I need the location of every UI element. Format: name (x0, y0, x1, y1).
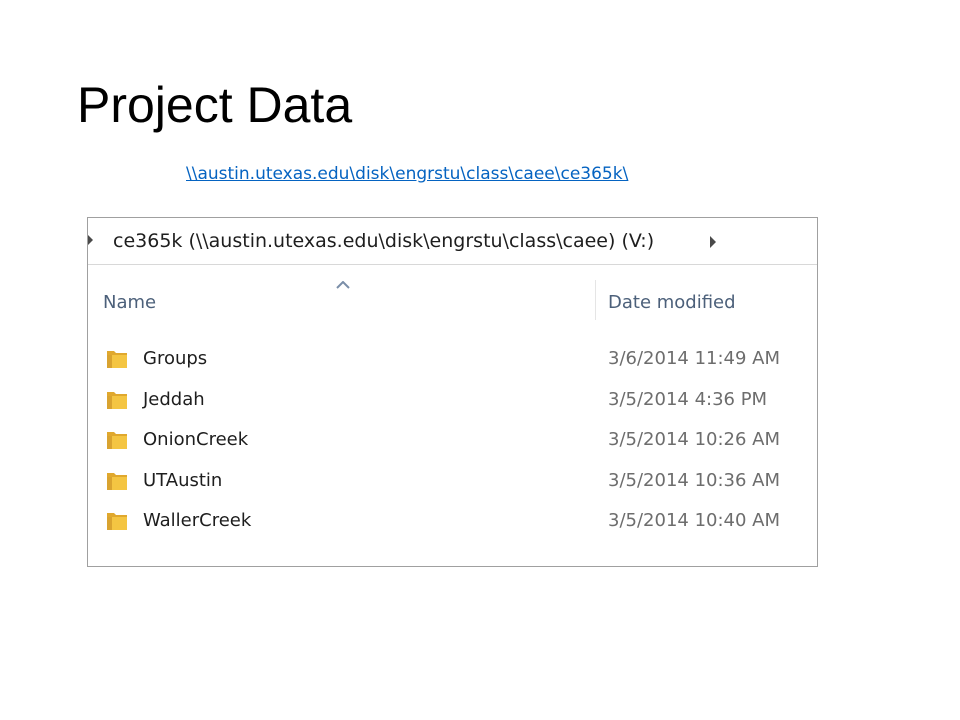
file-name: OnionCreek (143, 429, 249, 450)
file-explorer-window: ce365k (\\austin.utexas.edu\disk\engrstu… (87, 217, 818, 567)
file-date-modified: 3/5/2014 10:36 AM (608, 469, 781, 491)
file-row[interactable]: Jeddah 3/5/2014 4:36 PM (88, 380, 817, 421)
folder-icon (107, 351, 127, 368)
folder-icon (107, 391, 127, 409)
file-row[interactable]: OnionCreek 3/5/2014 10:26 AM (88, 420, 817, 461)
file-list: Groups 3/6/2014 11:49 AM Jeddah 3/5/2014… (88, 339, 817, 542)
file-name: Jeddah (143, 388, 205, 410)
file-date-modified: 3/5/2014 10:40 AM (608, 510, 781, 531)
slide-title: Project Data (77, 77, 353, 133)
file-name: Groups (143, 348, 208, 369)
breadcrumb-expand-chevron-icon[interactable] (710, 236, 716, 248)
network-path-link[interactable]: \\austin.utexas.edu\disk\engrstu\class\c… (186, 163, 628, 185)
file-row[interactable]: WallerCreek 3/5/2014 10:40 AM (88, 501, 817, 542)
breadcrumb-chevron-icon[interactable] (88, 235, 93, 245)
file-name: WallerCreek (143, 510, 252, 531)
folder-icon (107, 472, 127, 490)
file-date-modified: 3/5/2014 10:26 AM (608, 429, 781, 450)
address-bar[interactable]: ce365k (\\austin.utexas.edu\disk\engrstu… (88, 218, 817, 265)
file-name: UTAustin (143, 469, 223, 491)
column-header-name[interactable]: Name (103, 291, 156, 315)
file-date-modified: 3/6/2014 11:49 AM (608, 348, 781, 369)
folder-icon (107, 513, 127, 530)
column-header-date-modified[interactable]: Date modified (608, 291, 736, 315)
file-date-modified: 3/5/2014 4:36 PM (608, 388, 768, 410)
folder-icon (107, 432, 127, 449)
file-row[interactable]: UTAustin 3/5/2014 10:36 AM (88, 461, 817, 502)
sort-ascending-icon (336, 281, 350, 289)
address-path[interactable]: ce365k (\\austin.utexas.edu\disk\engrstu… (113, 228, 654, 254)
column-divider[interactable] (595, 280, 596, 320)
file-row[interactable]: Groups 3/6/2014 11:49 AM (88, 339, 817, 380)
